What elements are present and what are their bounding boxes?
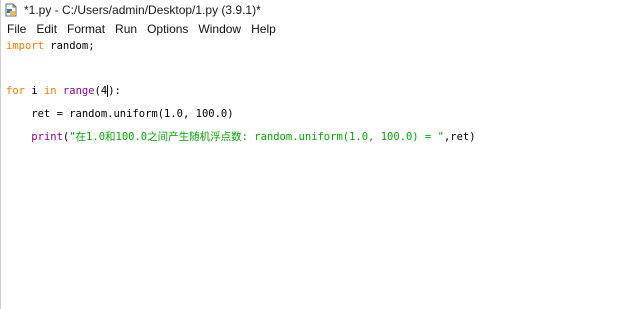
builtin-print: print	[31, 131, 63, 143]
string-literal: "在1.0和100.0之间产生随机浮点数: random.uniform(1.0…	[69, 131, 444, 143]
menu-bar: File Edit Format Run Options Window Help	[1, 20, 620, 39]
keyword-in: in	[43, 85, 57, 97]
import-target: random;	[43, 40, 95, 52]
menu-window[interactable]: Window	[193, 20, 246, 38]
title-bar[interactable]: *1.py - C:/Users/admin/Desktop/1.py (3.9…	[1, 0, 620, 20]
menu-file[interactable]: File	[1, 20, 31, 38]
builtin-range: range	[62, 85, 95, 97]
print-rest: ,ret)	[443, 131, 476, 143]
menu-run[interactable]: Run	[110, 20, 142, 38]
keyword-import: import	[6, 40, 44, 52]
code-line-1[interactable]: import random;	[6, 39, 95, 53]
close-paren-colon: ):	[108, 85, 121, 97]
menu-edit[interactable]: Edit	[31, 20, 62, 38]
menu-options[interactable]: Options	[142, 20, 193, 38]
code-line-4[interactable]: print("在1.0和100.0之间产生随机浮点数: random.unifo…	[6, 130, 476, 144]
code-editor[interactable]: import random; for i in range(4): ret = …	[1, 38, 620, 309]
window-title: *1.py - C:/Users/admin/Desktop/1.py (3.9…	[24, 3, 261, 17]
menu-help[interactable]: Help	[246, 20, 281, 38]
code-line-3[interactable]: ret = random.uniform(1.0, 100.0)	[6, 107, 233, 121]
idle-file-icon	[4, 3, 18, 17]
code-line-2[interactable]: for i in range(4):	[6, 84, 121, 98]
loop-variable: i	[24, 85, 44, 97]
idle-editor-window: *1.py - C:/Users/admin/Desktop/1.py (3.9…	[0, 0, 620, 309]
menu-format[interactable]: Format	[62, 20, 110, 38]
keyword-for: for	[6, 85, 25, 97]
